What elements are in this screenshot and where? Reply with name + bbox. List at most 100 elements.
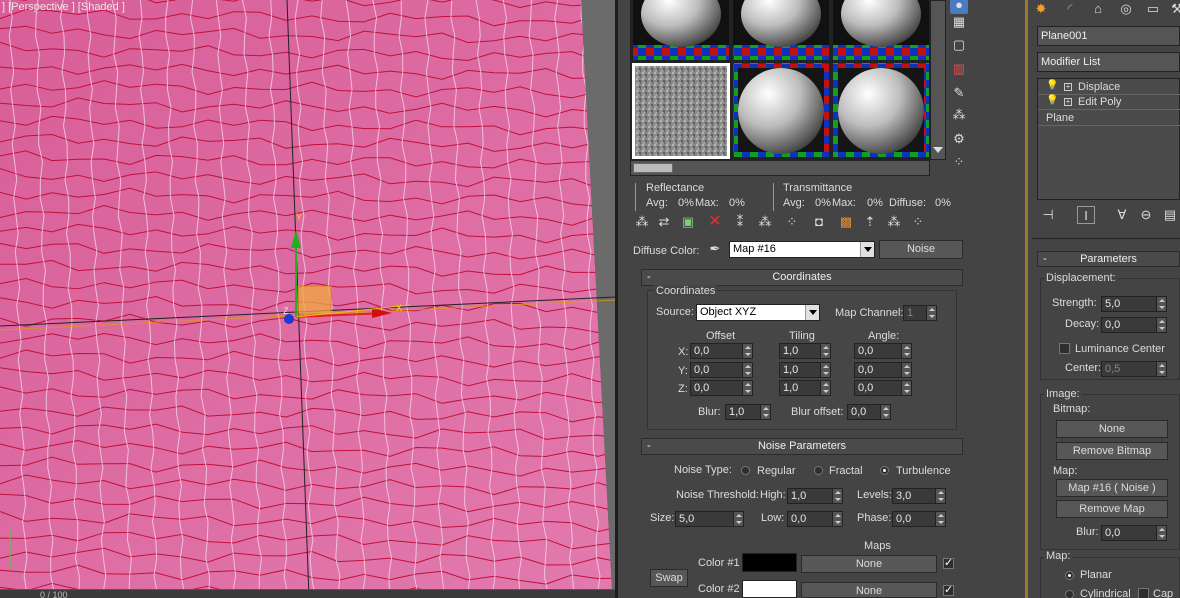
remove-bitmap-button[interactable]: Remove Bitmap [1056, 442, 1168, 460]
modifier-stack[interactable]: 💡 + Displace 💡 + Edit Poly Plane [1037, 78, 1180, 200]
cylindrical-radio[interactable] [1065, 590, 1074, 598]
viewport-canvas[interactable] [0, 0, 615, 598]
sample-slots-canvas[interactable] [630, 0, 930, 160]
reflectance-label: Reflectance [646, 182, 705, 194]
display-tab-icon[interactable]: ▭ [1144, 0, 1162, 18]
utilities-tab-icon[interactable]: ⚒ [1168, 0, 1180, 18]
perspective-viewport[interactable]: ] [Perspective ] [Shaded ] Y X Z 0 / 100 [0, 0, 615, 598]
remove-modifier-icon[interactable]: ⊖ [1137, 206, 1155, 224]
bitmap-button[interactable]: None [1056, 420, 1168, 438]
tiling-z-spinner[interactable]: 1,0 [779, 380, 831, 396]
eyedropper-icon[interactable]: ✒ [706, 240, 724, 258]
sample-type-icon[interactable]: ● [950, 0, 968, 14]
levels-spinner[interactable]: 3,0 [892, 488, 946, 504]
coordinates-rollout-header[interactable]: - Coordinates [641, 269, 963, 286]
hierarchy-tab-icon[interactable]: ⌂ [1089, 0, 1107, 18]
object-name-field[interactable]: Plane001 [1037, 26, 1180, 46]
tiling-y-spinner[interactable]: 1,0 [779, 362, 831, 378]
center-spinner[interactable]: 0,5 [1101, 361, 1167, 377]
luminance-center-checkbox[interactable] [1059, 343, 1070, 354]
transmittance-label: Transmittance [783, 182, 853, 194]
map-button[interactable]: Map #16 ( Noise ) [1056, 479, 1168, 497]
color1-map-checkbox[interactable] [943, 556, 954, 569]
options-icon[interactable]: ⚙ [950, 130, 968, 148]
blur-offset-spinner[interactable]: 0,0 [847, 404, 891, 420]
angle-y-spinner[interactable]: 0,0 [854, 362, 912, 378]
offset-y-spinner[interactable]: 0,0 [690, 362, 753, 378]
light-bulb-icon[interactable]: 💡 [1046, 95, 1058, 106]
make-unique-icon[interactable]: ⁂ [756, 213, 774, 231]
expand-icon[interactable]: + [1064, 98, 1072, 106]
backlight-icon[interactable]: ▦ [950, 13, 968, 31]
cap-checkbox[interactable] [1138, 588, 1149, 598]
configure-modifier-sets-icon[interactable]: ▤ [1161, 206, 1179, 224]
show-map-in-viewport-icon[interactable]: ▩ [837, 213, 855, 231]
parameters-rollout-header[interactable]: - Parameters [1037, 251, 1180, 267]
offset-x-value: 0,0 [694, 345, 710, 357]
color2-map-checkbox[interactable] [943, 583, 954, 596]
map-channel-spinner[interactable]: 1 [903, 305, 937, 321]
assign-material-icon[interactable]: ▣ [679, 213, 697, 231]
modify-tab-icon[interactable]: ◜ [1061, 0, 1079, 18]
source-dropdown[interactable]: Object XYZ [696, 304, 820, 321]
get-material-icon[interactable]: ⁂ [633, 213, 651, 231]
viewport-label[interactable]: ] [Perspective ] [Shaded ] [2, 1, 125, 13]
angle-x-spinner[interactable]: 0,0 [854, 343, 912, 359]
video-color-check-icon[interactable]: ✎ [950, 84, 968, 102]
expand-icon[interactable]: + [1064, 83, 1072, 91]
transmittance-max-label: Max: [832, 197, 856, 209]
create-tab-icon[interactable]: ✸ [1032, 0, 1050, 18]
put-to-scene-icon[interactable]: ⇄ [655, 213, 673, 231]
light-bulb-icon[interactable]: 💡 [1046, 80, 1058, 91]
map-name-dropdown[interactable]: Map #16 [729, 241, 875, 258]
tiling-x-spinner[interactable]: 1,0 [779, 343, 831, 359]
copy-material-icon[interactable]: ⁑ [731, 213, 749, 231]
noise-type-fractal-radio[interactable] [814, 466, 823, 475]
color1-map-button[interactable]: None [801, 555, 937, 573]
strength-spinner[interactable]: 5,0 [1101, 296, 1167, 312]
size-spinner[interactable]: 5,0 [675, 511, 744, 527]
motion-tab-icon[interactable]: ◎ [1117, 0, 1135, 18]
background-icon[interactable]: ▢ [950, 36, 968, 54]
modifier-list-dropdown[interactable]: Modifier List [1037, 52, 1180, 72]
remove-map-button[interactable]: Remove Map [1056, 500, 1168, 518]
stack-item-edit-poly[interactable]: 💡 + Edit Poly [1038, 95, 1180, 110]
show-end-result-icon[interactable]: I [1077, 206, 1095, 224]
color2-swatch[interactable] [742, 580, 797, 598]
noise-type-regular-radio[interactable] [741, 466, 750, 475]
material-id-channel-icon[interactable]: ◘ [810, 213, 828, 231]
reset-map-icon[interactable]: ✕ [706, 213, 724, 231]
make-preview-icon[interactable]: ⁂ [950, 106, 968, 124]
go-to-parent-icon[interactable]: ⇡ [861, 213, 879, 231]
low-spinner[interactable]: 0,0 [787, 511, 843, 527]
decay-spinner[interactable]: 0,0 [1101, 317, 1167, 333]
blur-spinner[interactable]: 1,0 [725, 404, 771, 420]
high-spinner[interactable]: 1,0 [787, 488, 843, 504]
pin-stack-icon[interactable]: ⊣ [1039, 206, 1057, 224]
time-slider[interactable] [0, 589, 615, 598]
offset-z-spinner[interactable]: 0,0 [690, 380, 753, 396]
planar-radio[interactable] [1065, 571, 1074, 580]
map-type-button[interactable]: Noise [879, 240, 963, 259]
stack-item-plane[interactable]: Plane [1038, 111, 1180, 126]
noise-rollout-header[interactable]: - Noise Parameters [641, 438, 963, 455]
color2-map-button[interactable]: None [801, 582, 937, 598]
offset-x-spinner[interactable]: 0,0 [690, 343, 753, 359]
angle-z-spinner[interactable]: 0,0 [854, 380, 912, 396]
phase-spinner[interactable]: 0,0 [892, 511, 946, 527]
sample-uv-tiling-icon[interactable]: ▥ [950, 60, 968, 78]
sample-slots [630, 0, 930, 160]
stack-item-displace[interactable]: 💡 + Displace [1038, 80, 1180, 95]
swap-button[interactable]: Swap [650, 569, 688, 587]
select-by-material-icon[interactable]: ⁘ [950, 153, 968, 171]
make-unique-icon[interactable]: ∀ [1113, 206, 1131, 224]
pick-material-icon[interactable]: ⁘ [909, 213, 927, 231]
source-label: Source: [656, 306, 694, 318]
go-forward-sibling-icon[interactable]: ⁂ [885, 213, 903, 231]
color1-swatch[interactable] [742, 553, 797, 572]
slots-vertical-scrollbar[interactable] [930, 0, 946, 160]
slots-horizontal-scrollbar[interactable] [630, 160, 930, 176]
put-to-library-icon[interactable]: ⁘ [783, 213, 801, 231]
noise-type-turbulence-radio[interactable] [880, 466, 889, 475]
image-blur-spinner[interactable]: 0,0 [1101, 525, 1167, 541]
